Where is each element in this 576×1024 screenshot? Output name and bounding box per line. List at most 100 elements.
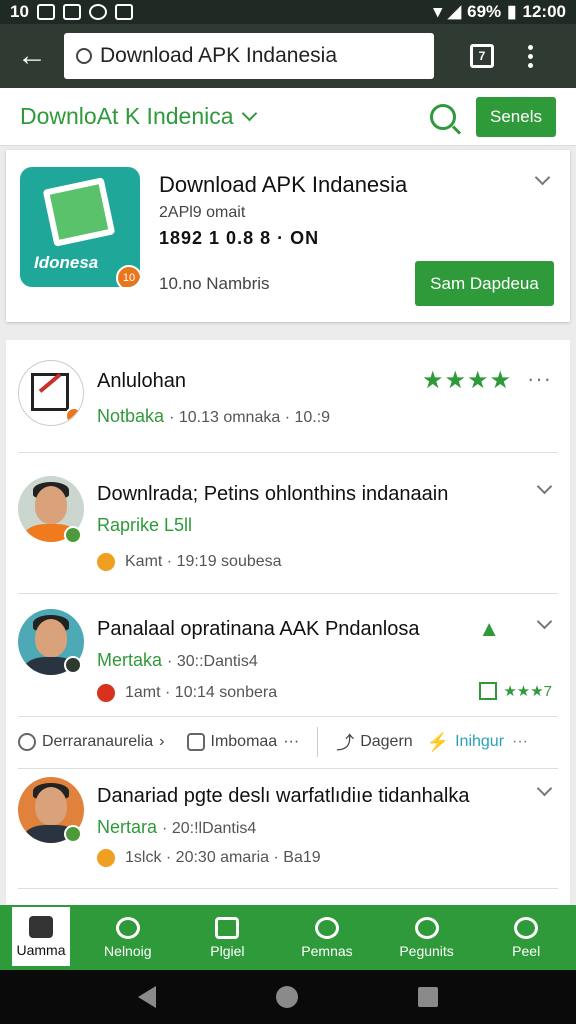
- app-members: 10.no Nambris: [159, 274, 270, 293]
- header-button[interactable]: Senels: [476, 96, 556, 137]
- nav-chat[interactable]: Pegunits: [377, 905, 477, 970]
- browser-toolbar: ← Download APK Indanesia 7: [0, 24, 576, 88]
- wifi-icon: ▾: [433, 2, 443, 21]
- divider: [317, 727, 319, 757]
- nav-home[interactable]: Uamma: [12, 907, 70, 966]
- mail-icon: [215, 916, 240, 939]
- back-arrow-icon[interactable]: ←: [0, 24, 64, 88]
- check-circle-icon: [314, 916, 339, 939]
- list-item[interactable]: Danariad pgte deslı warfatlıdiıe tidanha…: [6, 769, 570, 889]
- nav-clock[interactable]: Peel: [476, 905, 576, 970]
- post-author[interactable]: Notbaka: [97, 406, 164, 426]
- nav-label: Pegunits: [399, 942, 454, 959]
- status-dot-icon: [65, 407, 83, 425]
- nav-label: Uamma: [16, 941, 66, 958]
- post-title: Anlulohan: [97, 370, 186, 392]
- url-text: Download APK Indanesia: [100, 44, 337, 67]
- signal-icon: ◢: [448, 2, 462, 21]
- action-message[interactable]: Imbomaa ···: [186, 733, 299, 751]
- checkbox-icon[interactable]: [479, 682, 498, 700]
- action-label: Dagern: [360, 733, 413, 750]
- nav-mail[interactable]: Plgiel: [178, 905, 278, 970]
- chevron-down-icon[interactable]: [534, 169, 551, 186]
- nav-check[interactable]: Pemnas: [277, 905, 377, 970]
- post-time: · 20:!lDantis4: [162, 820, 257, 837]
- post-meta: 1slck · 20:30 amaria · Ba19: [97, 849, 321, 867]
- nav-label: Nelnoig: [104, 942, 152, 959]
- share-icon: ⤴: [336, 733, 355, 753]
- post-meta-text: 1amt · 10:14 sonbera: [125, 684, 278, 701]
- post-meta: 1amt · 10:14 sonbera: [97, 684, 277, 702]
- post-title: Downlrada; Petins ohlonthins indanaain: [97, 483, 449, 505]
- post-meta-text: Kamt · 19:19 soubesa: [125, 553, 282, 570]
- star-rating: ★★★★: [421, 367, 512, 394]
- thumbs-up-icon[interactable]: ▲: [478, 616, 500, 642]
- rating-stars: ★★★7: [503, 683, 552, 700]
- gallery-icon: [36, 4, 55, 20]
- home-button-icon[interactable]: [276, 986, 298, 1008]
- site-header: DownloAt K Indenica Senels: [0, 88, 576, 146]
- post-meta: Kamt · 19:19 soubesa: [97, 553, 282, 571]
- action-label: Derraranaurelia: [42, 733, 154, 750]
- chevron-down-icon: [241, 105, 257, 122]
- chevron-down-icon[interactable]: [536, 780, 553, 797]
- nav-label: Peel: [512, 942, 541, 959]
- action-share[interactable]: ⤴ Dagern: [336, 729, 412, 755]
- bottom-nav: Uamma Nelnoig Plgiel Pemnas Pegunits Pee…: [0, 905, 576, 970]
- action-profile[interactable]: Derraranaurelia ›: [18, 733, 165, 751]
- more-icon[interactable]: ···: [512, 733, 528, 751]
- list-item[interactable]: Downlrada; Petins ohlonthins indanaain R…: [6, 453, 570, 593]
- chevron-down-icon[interactable]: [536, 478, 553, 495]
- back-icon[interactable]: [138, 986, 156, 1008]
- post-subline: Notbaka · 10.13 omnaka · 10.:9: [97, 406, 330, 427]
- action-row: Derraranaurelia › Imbomaa ··· ⤴ Dagern ⚡…: [6, 716, 570, 768]
- status-bar: 10 ▾ ◢ 69% ▮ 12:00: [0, 0, 576, 24]
- post-author[interactable]: Nertara: [97, 817, 157, 837]
- image-icon: [62, 4, 81, 20]
- chat-icon: [88, 4, 107, 20]
- list-item[interactable]: Anlulohan Notbaka · 10.13 omnaka · 10.:9…: [6, 340, 570, 452]
- chevron-down-icon[interactable]: [536, 613, 553, 630]
- site-info-icon[interactable]: [76, 48, 92, 64]
- kite-logo-icon: [42, 177, 116, 247]
- nav-search[interactable]: Nelnoig: [78, 905, 178, 970]
- list-item[interactable]: Panalaal opratinana AAK Pndanlosa Mertak…: [6, 594, 570, 716]
- search-icon[interactable]: [430, 103, 456, 130]
- app-action-button[interactable]: Sam Dapdeua: [415, 261, 554, 306]
- flag-icon: [97, 684, 115, 702]
- chevron-right-icon: ›: [159, 733, 165, 750]
- tab-switcher-button[interactable]: 7: [470, 44, 494, 68]
- post-author[interactable]: Mertaka: [97, 650, 162, 670]
- action-link[interactable]: ⚡ Inihgur: [427, 732, 504, 753]
- rating-box: ★★★7: [479, 682, 552, 700]
- nav-label: Plgiel: [210, 942, 245, 959]
- clock: 12:00: [522, 2, 566, 21]
- more-icon[interactable]: ···: [527, 366, 552, 392]
- post-title: Panalaal opratinana AAK Pndanlosa: [97, 618, 420, 640]
- post-subline: Nertara · 20:!lDantis4: [97, 817, 256, 838]
- message-icon: [186, 733, 205, 751]
- nav-label: Pemnas: [301, 942, 353, 959]
- app-subtitle: 2APl9 omait: [159, 204, 246, 221]
- person-icon: [18, 733, 36, 751]
- battery-icon: ▮: [507, 2, 517, 21]
- more-icon[interactable]: ···: [283, 733, 299, 751]
- app-logo: Idonesa 10: [20, 167, 140, 287]
- post-meta-text: 1slck · 20:30 amaria · Ba19: [125, 849, 321, 866]
- link-icon: ⚡: [426, 731, 450, 752]
- feed-list: Anlulohan Notbaka · 10.13 omnaka · 10.:9…: [6, 340, 570, 906]
- logo-badge: 10: [116, 265, 140, 287]
- search-icon: [115, 916, 140, 939]
- divider: [18, 888, 558, 889]
- app-title: Download APK Indanesia: [159, 172, 408, 197]
- post-logo: [18, 360, 84, 426]
- recents-icon[interactable]: [418, 987, 438, 1007]
- post-author[interactable]: Raprike L5ll: [97, 515, 192, 536]
- overflow-menu-icon[interactable]: [528, 44, 533, 68]
- verified-badge-icon: [64, 526, 82, 544]
- chat-bubble-icon: [414, 916, 439, 939]
- logo-text: Idonesa: [34, 253, 99, 272]
- site-title-dropdown[interactable]: DownloAt K Indenica: [20, 103, 257, 130]
- home-icon: [29, 915, 53, 938]
- address-bar[interactable]: Download APK Indanesia: [64, 33, 434, 79]
